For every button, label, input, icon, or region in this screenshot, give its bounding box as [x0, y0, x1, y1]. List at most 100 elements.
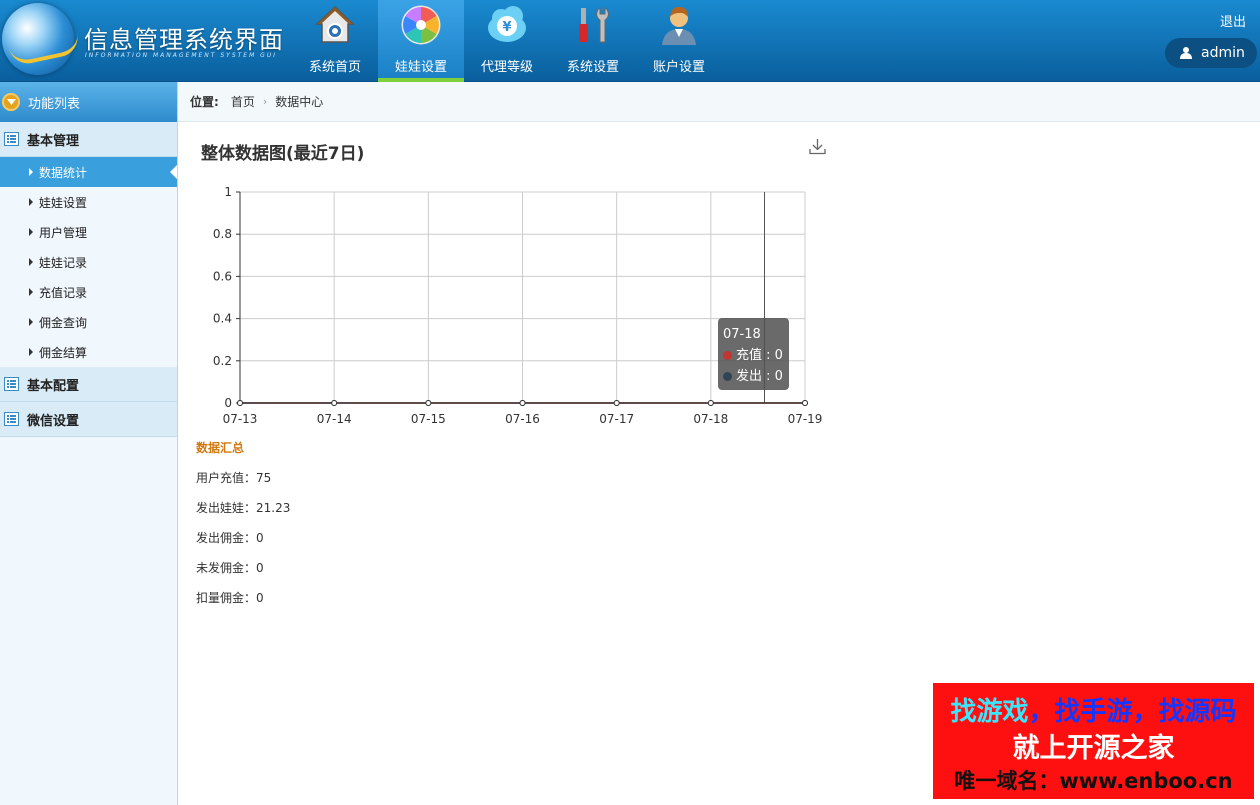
watermark-line-3: 唯一域名：www.enboo.cn [954, 769, 1233, 793]
sidebar-title: 功能列表 [28, 96, 81, 112]
watermark-text-b: ，找手游，找源码 [1028, 697, 1237, 727]
x-tick-label: 07-17 [599, 412, 634, 426]
sidebar-group-basic-config[interactable]: 基本配置 [0, 367, 177, 402]
tooltip-row-text: 充值 : 0 [736, 348, 783, 363]
tooltip-row-recharge: 充值 : 0 [723, 345, 784, 366]
breadcrumb: 位置: 首页 › 数据中心 [178, 82, 1260, 122]
list-icon [4, 377, 19, 391]
sidebar-item-data-stats[interactable]: 数据统计 [0, 157, 177, 187]
logout-link[interactable]: 退出 [1220, 11, 1246, 30]
sidebar-item-label: 用户管理 [39, 225, 88, 240]
tools-icon [579, 7, 609, 43]
home-icon [315, 5, 355, 43]
sidebar-item-label: 娃娃设置 [39, 195, 88, 210]
yen-cloud-icon: ¥ [488, 6, 526, 42]
top-nav: 系统首页 娃娃设置 ¥ 代理等级 系统设置 账户设置 [292, 0, 722, 82]
tooltip-date: 07-18 [723, 327, 761, 342]
watermark-line-1: 找游戏，找手游，找源码 [933, 691, 1254, 728]
nav-label-agent-level: 代理等级 [480, 60, 533, 75]
sidebar-item-label: 充值记录 [39, 285, 88, 300]
user-account-icon [662, 6, 696, 45]
y-tick-label: 0.6 [213, 269, 232, 283]
sidebar-group-label: 基本管理 [27, 133, 80, 149]
nav-item-doll-settings[interactable]: 娃娃设置 [378, 0, 464, 82]
y-tick-label: 0.8 [213, 227, 232, 241]
nav-item-account-settings[interactable]: 账户设置 [636, 0, 722, 82]
sidebar-header: 功能列表 [0, 82, 177, 122]
y-tick-label: 1 [224, 185, 232, 199]
user-pill[interactable]: admin [1165, 38, 1257, 68]
data-point-issued [425, 400, 432, 406]
sidebar-group-label: 基本配置 [27, 378, 80, 394]
summary-user-recharge: 用户充值：75 [196, 471, 272, 485]
caret-right-icon [29, 348, 33, 356]
series-swatch-issued [723, 372, 732, 381]
x-tick-label: 07-18 [693, 412, 728, 426]
sidebar-item-label: 娃娃记录 [39, 255, 88, 270]
caret-right-icon [29, 318, 33, 326]
caret-right-icon [29, 258, 33, 266]
nav-item-system-settings[interactable]: 系统设置 [550, 0, 636, 82]
sidebar-item-recharge-records[interactable]: 充值记录 [0, 277, 177, 307]
data-point-issued [331, 400, 338, 406]
y-tick-label: 0 [224, 396, 232, 410]
download-icon[interactable] [809, 138, 826, 155]
summary-commission-paid: 发出佣金：0 [196, 531, 264, 545]
user-icon [1180, 47, 1192, 59]
tooltip-row-text: 发出 : 0 [736, 369, 783, 384]
breadcrumb-separator-icon: › [262, 95, 268, 108]
data-point-issued [237, 400, 243, 406]
nav-label-system-settings: 系统设置 [566, 60, 619, 75]
sidebar: 功能列表 基本管理 数据统计 娃娃设置 用户管理 娃娃记录 充值记录 佣金查询 … [0, 82, 178, 805]
watermark-banner: 找游戏，找手游，找源码 就上开源之家 唯一域名：www.enboo.cn [933, 683, 1254, 799]
summary-commission-deducted: 扣量佣金：0 [196, 591, 264, 605]
caret-right-icon [29, 198, 33, 206]
data-point-issued [802, 400, 808, 406]
series-swatch-recharge [723, 351, 732, 360]
nav-label-home: 系统首页 [308, 60, 361, 75]
sidebar-item-doll-settings[interactable]: 娃娃设置 [0, 187, 177, 217]
y-tick-label: 0.2 [213, 354, 232, 368]
summary-dolls-issued: 发出娃娃：21.23 [196, 501, 291, 515]
breadcrumb-item-home[interactable]: 首页 [231, 93, 255, 110]
x-tick-label: 07-14 [317, 412, 352, 426]
summary-commission-unpaid: 未发佣金：0 [196, 561, 264, 575]
chart-tooltip: 07-18 充值 : 0 发出 : 0 [718, 318, 789, 390]
y-tick-label: 0.4 [213, 312, 232, 326]
nav-item-home[interactable]: 系统首页 [292, 0, 378, 82]
nav-label-account-settings: 账户设置 [652, 60, 705, 75]
top-header: 信息管理系统界面 INFORMATION MANAGEMENT SYSTEM G… [0, 0, 1260, 82]
sidebar-group-basic-management[interactable]: 基本管理 [0, 122, 177, 157]
data-point-issued [707, 400, 714, 406]
svg-text:¥: ¥ [502, 20, 511, 35]
breadcrumb-label: 位置: [190, 95, 219, 109]
x-tick-label: 07-15 [411, 412, 446, 426]
nav-label-doll-settings: 娃娃设置 [394, 60, 447, 75]
caret-right-icon [29, 168, 33, 176]
nav-item-agent-level[interactable]: ¥ 代理等级 [464, 0, 550, 82]
sidebar-item-doll-records[interactable]: 娃娃记录 [0, 247, 177, 277]
sidebar-item-label: 数据统计 [39, 165, 88, 180]
sidebar-item-commission-settlement[interactable]: 佣金结算 [0, 337, 177, 367]
summary-title: 数据汇总 [196, 441, 245, 455]
data-point-issued [519, 400, 526, 406]
caret-right-icon [29, 228, 33, 236]
sidebar-group-label: 微信设置 [27, 413, 80, 429]
watermark-line-2: 就上开源之家 [1012, 733, 1175, 764]
app-title: 信息管理系统界面 [84, 26, 284, 54]
sidebar-item-commission-query[interactable]: 佣金查询 [0, 307, 177, 337]
list-icon [4, 132, 19, 146]
breadcrumb-item-data-center[interactable]: 数据中心 [275, 93, 323, 110]
chart-title: 整体数据图(最近7日) [201, 144, 365, 164]
watermark-text-a: 找游戏 [950, 697, 1029, 727]
sidebar-item-user-management[interactable]: 用户管理 [0, 217, 177, 247]
username: admin [1201, 45, 1245, 61]
x-tick-label: 07-13 [223, 412, 258, 426]
data-point-issued [613, 400, 620, 406]
color-wheel-icon [401, 5, 441, 45]
sidebar-group-wechat-settings[interactable]: 微信设置 [0, 402, 177, 437]
caret-right-icon [29, 288, 33, 296]
list-icon [4, 412, 19, 426]
chevron-down-icon [2, 93, 20, 111]
x-tick-label: 07-16 [505, 412, 540, 426]
